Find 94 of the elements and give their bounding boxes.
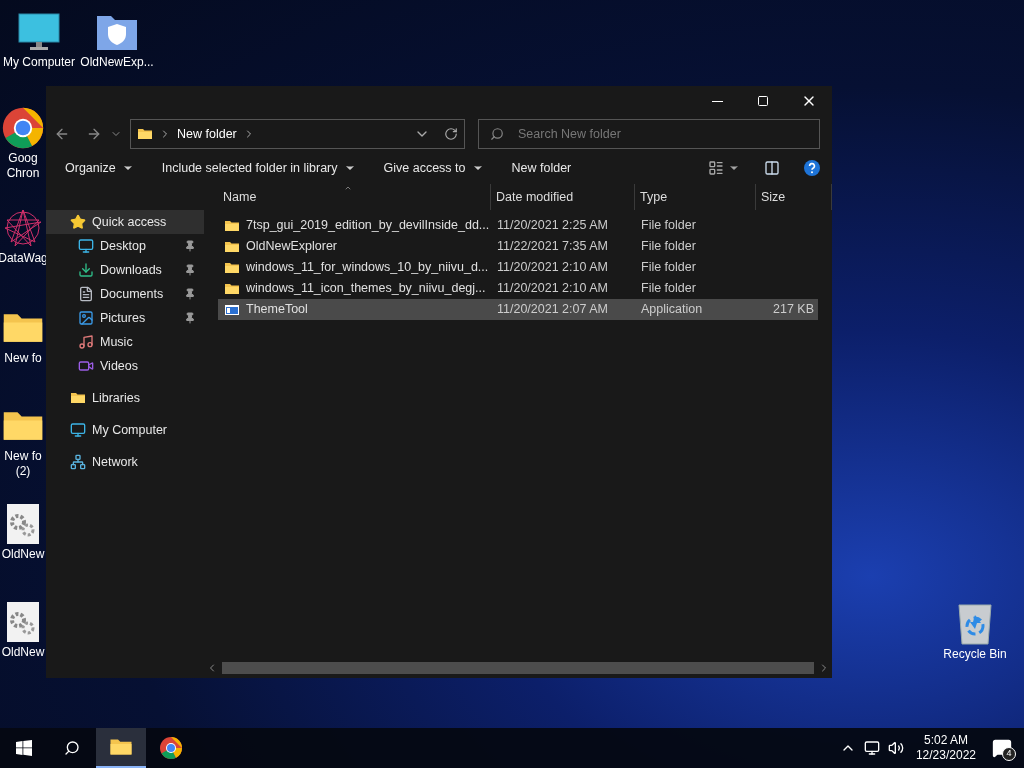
- file-type: Application: [640, 301, 704, 319]
- address-bar[interactable]: New folder: [130, 119, 465, 149]
- date-modified: 11/22/2021 7:35 AM: [496, 238, 609, 256]
- toolbar-button[interactable]: Include selected folder in library: [152, 155, 365, 181]
- desktop-icon-label: New fo: [4, 351, 42, 365]
- network-status-icon[interactable]: [863, 740, 880, 756]
- navigation-label: Libraries: [92, 389, 141, 407]
- browser-icon: [1, 106, 45, 150]
- file-row[interactable]: windows_11_icon_themes_by_niivu_degj... 11/20/2021 2:10 AM File folder: [218, 278, 818, 299]
- navigation-item[interactable]: Documents: [46, 282, 204, 306]
- desktop-icon-label: My Computer: [3, 55, 75, 69]
- minimize-icon: [711, 100, 723, 102]
- star-icon: [70, 214, 86, 230]
- file-type: File folder: [640, 217, 697, 235]
- desktop-icon-label: Recycle Bin: [943, 647, 1007, 661]
- desktop-icon-label: OldNew: [1, 645, 45, 659]
- file-type: File folder: [640, 280, 697, 298]
- file-type: File folder: [640, 259, 697, 277]
- search-field[interactable]: Search New folder: [478, 119, 820, 149]
- picture-icon: [78, 310, 94, 326]
- file-name: OldNewExplorer: [246, 238, 337, 256]
- clock-date: 12/23/2022: [915, 748, 976, 763]
- help-icon[interactable]: [804, 160, 820, 176]
- file-name: ThemeTool: [246, 301, 308, 319]
- file-row[interactable]: 7tsp_gui_2019_edition_by_devilInside_dd... 11/20/2021 2:25 AM File folder: [218, 215, 818, 236]
- column-header[interactable]: Date modified: [491, 184, 635, 210]
- navigation-item[interactable]: Pictures: [46, 306, 204, 330]
- windows-logo-icon: [16, 740, 32, 756]
- network-icon: [70, 454, 86, 470]
- file-row[interactable]: OldNewExplorer 11/22/2021 7:35 AM File folder: [218, 236, 818, 257]
- date-modified: 11/20/2021 2:10 AM: [496, 280, 609, 298]
- video-icon: [78, 358, 94, 374]
- navigation-label: My Computer: [92, 421, 169, 439]
- file-name: windows_11_for_windows_10_by_niivu_d...: [246, 259, 489, 277]
- file-size: 217 KB: [772, 301, 815, 319]
- desktop-icon-label: OldNewExp...: [80, 55, 154, 69]
- folder-icon: [70, 390, 86, 406]
- music-icon: [78, 334, 94, 350]
- toolbar-button[interactable]: Organize: [56, 155, 143, 181]
- folder-icon: [137, 126, 153, 142]
- navigation-label: Pictures: [100, 309, 147, 327]
- computer-icon: [70, 422, 86, 438]
- navigation-label: Documents: [100, 285, 165, 303]
- back-icon[interactable]: [54, 126, 70, 142]
- navigation-item[interactable]: Network: [46, 450, 204, 474]
- clock-time: 5:02 AM: [923, 733, 968, 748]
- toolbar-button[interactable]: Give access to: [374, 155, 493, 181]
- scrollbar-thumb[interactable]: [222, 662, 814, 674]
- file-row[interactable]: windows_11_for_windows_10_by_niivu_d... 11/20/2021 2:10 AM File folder: [218, 257, 818, 278]
- browser-icon: [159, 736, 183, 760]
- download-icon: [78, 262, 94, 278]
- column-header[interactable]: Size: [756, 184, 832, 210]
- desktop-icon-label: New fo: [4, 449, 42, 463]
- notification-count: 4: [1002, 747, 1016, 761]
- navigation-label: Music: [100, 333, 134, 351]
- date-modified: 11/20/2021 2:25 AM: [496, 217, 609, 235]
- navigation-item[interactable]: Quick access: [46, 210, 204, 234]
- navigation-label: Videos: [100, 357, 139, 375]
- date-modified: 11/20/2021 2:10 AM: [496, 259, 609, 277]
- file-row[interactable]: ThemeTool 11/20/2021 2:07 AM Application 217 KB: [218, 299, 818, 320]
- navigation-item[interactable]: Libraries: [46, 386, 204, 410]
- navigation-item[interactable]: Desktop: [46, 234, 204, 258]
- navigation-item[interactable]: Music: [46, 330, 204, 354]
- navigation-item[interactable]: Downloads: [46, 258, 204, 282]
- preview-pane-icon[interactable]: [764, 160, 780, 176]
- desktop-icon-label: OldNew: [1, 547, 45, 561]
- taskbar-app[interactable]: [96, 728, 146, 768]
- column-header[interactable]: Type: [635, 184, 756, 210]
- file-name: windows_11_icon_themes_by_niivu_degj...: [246, 280, 486, 298]
- search-icon: [64, 740, 80, 756]
- desktop-icon: [78, 238, 94, 254]
- forward-icon[interactable]: [86, 126, 102, 142]
- navigation-label: Desktop: [100, 237, 147, 255]
- refresh-icon[interactable]: [444, 127, 458, 141]
- view-options-icon[interactable]: [708, 160, 724, 176]
- breadcrumb[interactable]: New folder: [177, 124, 237, 144]
- volume-icon[interactable]: [887, 740, 904, 756]
- date-modified: 11/20/2021 2:07 AM: [496, 301, 609, 319]
- toolbar-button[interactable]: New folder: [502, 155, 581, 181]
- search-icon: [490, 127, 504, 141]
- navigation-label: Network: [92, 453, 139, 471]
- desktop-icon-label: (2): [15, 464, 31, 478]
- file-name: 7tsp_gui_2019_edition_by_devilInside_dd...: [246, 217, 490, 235]
- desktop-icon-label: Chron: [6, 166, 40, 180]
- navigation-label: Quick access: [92, 213, 168, 231]
- file-type: File folder: [640, 238, 697, 256]
- navigation-label: Downloads: [100, 261, 163, 279]
- document-icon: [78, 286, 94, 302]
- desktop-icon-label: Goog: [8, 151, 38, 165]
- navigation-item[interactable]: My Computer: [46, 418, 204, 442]
- clock[interactable]: 5:02 AM 12/23/2022: [911, 733, 980, 763]
- maximize-icon: [757, 95, 769, 107]
- navigation-item[interactable]: Videos: [46, 354, 204, 378]
- column-header[interactable]: Name: [218, 184, 491, 210]
